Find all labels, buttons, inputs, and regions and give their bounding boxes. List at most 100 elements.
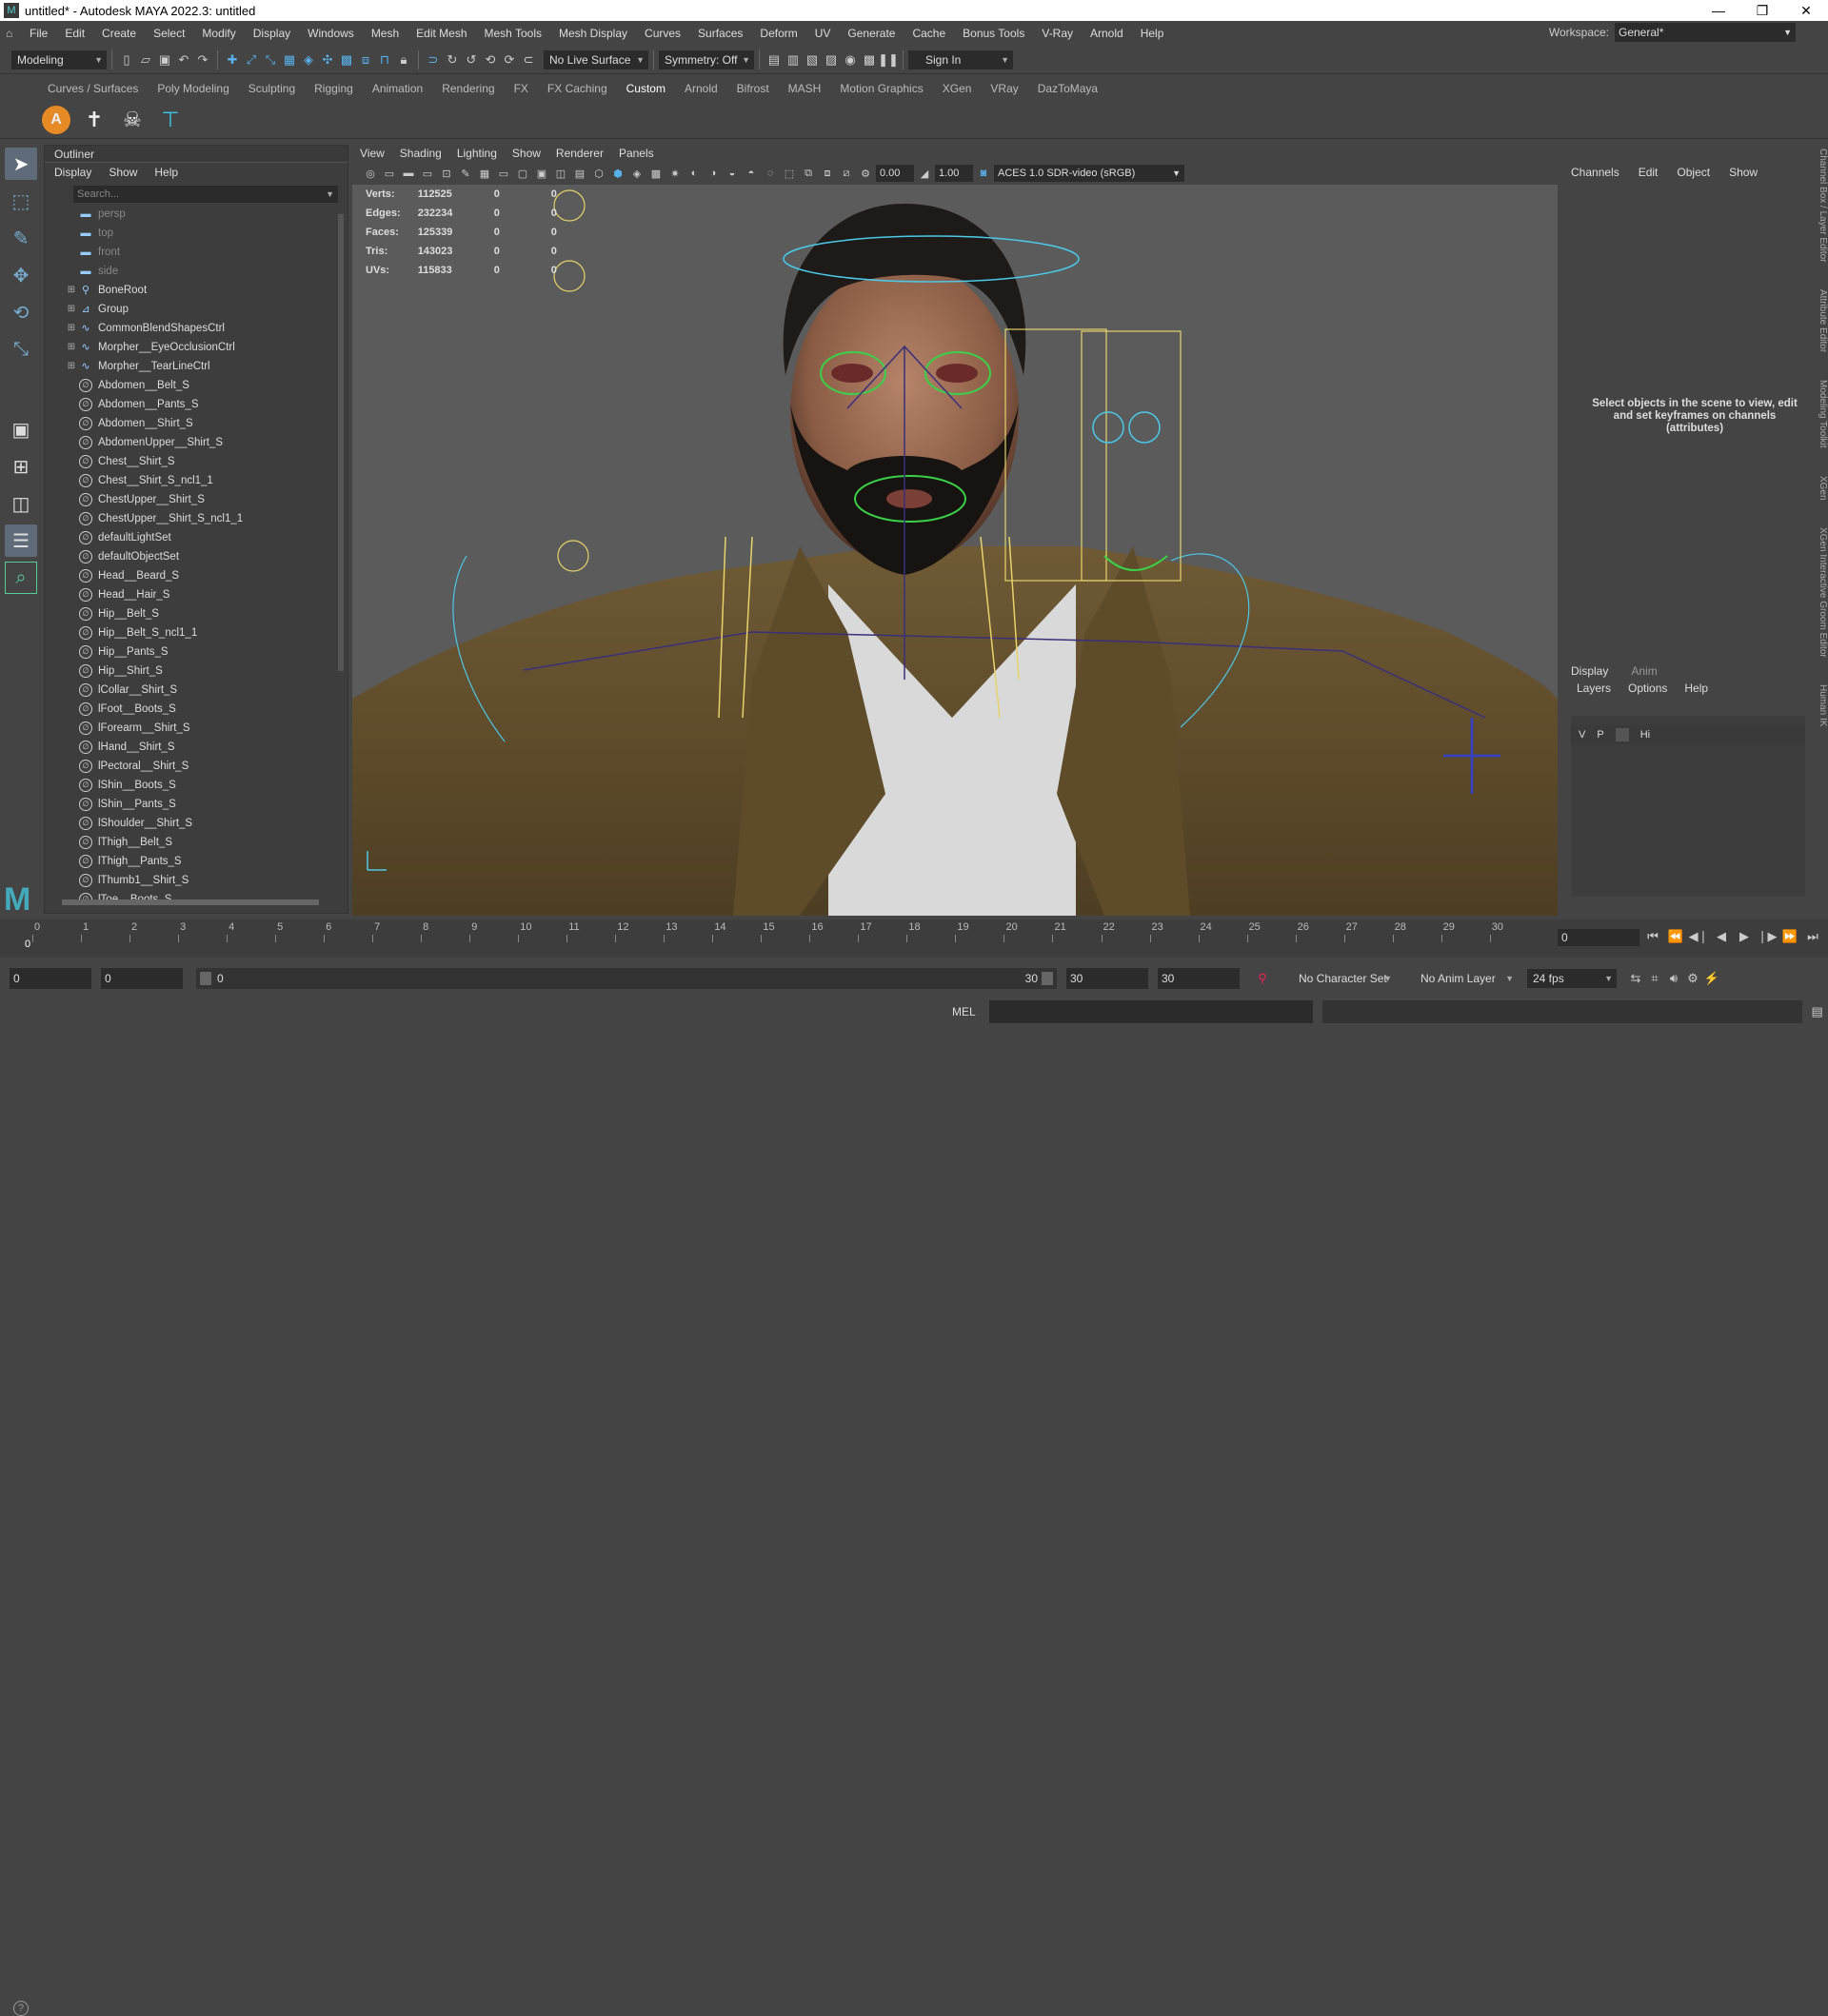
sound-icon[interactable]: 🔊︎ xyxy=(1664,969,1683,988)
outliner-search-input[interactable]: Search... xyxy=(73,186,338,203)
menu-set-dropdown[interactable]: Modeling xyxy=(11,49,107,69)
menu-uv[interactable]: UV xyxy=(806,27,840,40)
outliner-item[interactable]: ⊞ ∿ Morpher__TearLineCtrl xyxy=(45,357,334,376)
help-icon[interactable]: ? xyxy=(13,2001,29,2016)
outliner-item[interactable]: ∅ Hip__Pants_S xyxy=(45,642,334,662)
playblast-icon[interactable]: ▩ xyxy=(860,50,879,69)
xray-active-icon[interactable]: ⧄ xyxy=(838,164,855,183)
viewport-menu-renderer[interactable]: Renderer xyxy=(556,147,604,160)
outliner-item[interactable]: ▬ side xyxy=(45,262,334,281)
output-ops-icon[interactable]: ⟳ xyxy=(500,50,519,69)
bookmark-icon[interactable]: ▬ xyxy=(400,164,417,183)
anim-layer-dropdown[interactable]: No Anim Layer xyxy=(1403,969,1518,988)
outliner-item[interactable]: ∅ lPectoral__Shirt_S xyxy=(45,757,334,776)
outliner-horizontal-scrollbar[interactable] xyxy=(52,898,328,907)
hypershade-icon[interactable]: ◉ xyxy=(841,50,860,69)
outliner-item[interactable]: ∅ Chest__Shirt_S_ncl1_1 xyxy=(45,471,334,490)
fps-dropdown[interactable]: 24 fps xyxy=(1527,969,1617,988)
resolution-gate-icon[interactable]: ▢ xyxy=(514,164,531,183)
close-button[interactable]: ✕ xyxy=(1784,0,1828,21)
outliner-item[interactable]: ∅ Head__Hair_S xyxy=(45,585,334,604)
loop-icon[interactable]: ⇆ xyxy=(1626,969,1645,988)
outliner-item[interactable]: ∅ lThumb1__Shirt_S xyxy=(45,871,334,890)
new-scene-icon[interactable]: ▯ xyxy=(117,50,136,69)
shelf-tab-xgen[interactable]: XGen xyxy=(933,82,982,95)
outliner-item[interactable]: ∅ Chest__Shirt_S xyxy=(45,452,334,471)
xray-joints-icon[interactable]: ⧈ xyxy=(819,164,836,183)
undo-icon[interactable]: ↶ xyxy=(174,50,193,69)
layer-visibility-toggle[interactable]: V xyxy=(1579,729,1585,741)
outliner-item[interactable]: ∅ defaultObjectSet xyxy=(45,547,334,566)
step-back-key-icon[interactable]: ⏪ xyxy=(1666,927,1685,946)
character-set-dropdown[interactable]: No Character Set xyxy=(1282,969,1396,988)
outliner-item[interactable]: ∅ Hip__Belt_S_ncl1_1 xyxy=(45,623,334,642)
select-tool-icon[interactable]: ➤ xyxy=(5,148,37,180)
lock-icon[interactable]: 🔒︎ xyxy=(394,50,413,69)
outliner-item[interactable]: ▬ persp xyxy=(45,205,334,224)
shelf-tab-curves-surfaces[interactable]: Curves / Surfaces xyxy=(38,82,148,95)
expand-icon[interactable]: ⊞ xyxy=(64,338,79,357)
select-object-icon[interactable]: ⤢ xyxy=(242,50,261,69)
outliner-item[interactable]: ∅ lThigh__Pants_S xyxy=(45,852,334,871)
side-tab-human-ik[interactable]: Human IK xyxy=(1818,684,1828,726)
range-slider-start-handle[interactable] xyxy=(200,972,211,985)
menu-surfaces[interactable]: Surfaces xyxy=(689,27,751,40)
snap-surface-icon[interactable]: ⧈ xyxy=(356,50,375,69)
menu-help[interactable]: Help xyxy=(1132,27,1173,40)
color-management-icon[interactable]: ◙ xyxy=(975,164,992,183)
time-ticks[interactable]: 0 1 2 3 4 5 6 7 8 9 10 11 12 13 14 15 16 17 18 19 20 21 22 23 24… xyxy=(25,919,1516,958)
sign-in-dropdown[interactable]: Sign In xyxy=(908,49,1013,69)
menu-mesh[interactable]: Mesh xyxy=(363,27,407,40)
keyframe-icon[interactable]: ⌗ xyxy=(1645,969,1664,988)
gate-mask-icon[interactable]: ▣ xyxy=(533,164,550,183)
smooth-shade-icon[interactable]: ⬢ xyxy=(609,164,626,183)
outliner-item[interactable]: ∅ Abdomen__Pants_S xyxy=(45,395,334,414)
single-perspective-view-icon[interactable]: ▣ xyxy=(5,413,37,445)
shelf-tab-arnold[interactable]: Arnold xyxy=(675,82,727,95)
expand-icon[interactable]: ⊞ xyxy=(64,319,79,338)
menu-windows[interactable]: Windows xyxy=(299,27,363,40)
object-menu[interactable]: Object xyxy=(1677,166,1710,179)
layer-help-menu[interactable]: Help xyxy=(1684,682,1708,695)
grid-icon[interactable]: ▦ xyxy=(476,164,493,183)
two-view-icon[interactable]: ◫ xyxy=(5,487,37,520)
outliner-item[interactable]: ∅ lShoulder__Shirt_S xyxy=(45,814,334,833)
shelf-tab-animation[interactable]: Animation xyxy=(363,82,432,95)
safe-action-icon[interactable]: ▤ xyxy=(571,164,588,183)
menu-bonus-tools[interactable]: Bonus Tools xyxy=(954,27,1033,40)
shelf-tab-daztomaya[interactable]: DazToMaya xyxy=(1028,82,1107,95)
outliner-layout-icon[interactable]: ☰ xyxy=(5,524,37,557)
select-component-icon[interactable]: ⤡ xyxy=(261,50,280,69)
edit-menu[interactable]: Edit xyxy=(1639,166,1659,179)
outliner-item[interactable]: ▬ top xyxy=(45,224,334,243)
script-editor-icon[interactable]: ▤ xyxy=(1808,1002,1827,1021)
render-current-icon[interactable]: ▥ xyxy=(784,50,803,69)
step-forward-key-icon[interactable]: ⏩ xyxy=(1780,927,1799,946)
outliner-item[interactable]: ∅ lHand__Shirt_S xyxy=(45,738,334,757)
display-layer-row[interactable]: V P Hi xyxy=(1571,725,1805,744)
step-forward-frame-icon[interactable]: ❘▶ xyxy=(1758,927,1778,946)
outliner-item[interactable]: ⊞ ∿ CommonBlendShapesCtrl xyxy=(45,319,334,338)
tab-anim[interactable]: Anim xyxy=(1631,664,1657,678)
menu-generate[interactable]: Generate xyxy=(839,27,904,40)
home-icon[interactable]: ⌂ xyxy=(0,27,21,40)
camera-attr-icon[interactable]: ▭ xyxy=(381,164,398,183)
shelf-tab-mash[interactable]: MASH xyxy=(779,82,831,95)
snap-point-icon[interactable]: ✣ xyxy=(318,50,337,69)
motion-blur-icon[interactable]: ◒ xyxy=(724,164,741,183)
shelf-tab-bifrost[interactable]: Bifrost xyxy=(727,82,779,95)
expand-icon[interactable]: ⊞ xyxy=(64,300,79,319)
go-to-end-icon[interactable]: ⏭ xyxy=(1803,927,1822,946)
t-pose-shelf-icon[interactable]: ✝ xyxy=(80,106,109,134)
live-surface-dropdown[interactable]: No Live Surface xyxy=(544,49,648,69)
outliner-vertical-scrollbar[interactable] xyxy=(336,203,346,888)
side-tab-xgen[interactable]: XGen xyxy=(1818,476,1828,501)
skull-shelf-icon[interactable]: ☠ xyxy=(118,106,147,134)
menu-vray[interactable]: V-Ray xyxy=(1033,27,1082,40)
select-hierarchy-icon[interactable]: ✚ xyxy=(223,50,242,69)
snap-grid-icon[interactable]: ▦ xyxy=(280,50,299,69)
menu-mesh-tools[interactable]: Mesh Tools xyxy=(476,27,550,40)
layer-color-swatch[interactable] xyxy=(1615,728,1629,741)
construction-icon[interactable]: ↺ xyxy=(462,50,481,69)
outliner-item[interactable]: ∅ AbdomenUpper__Shirt_S xyxy=(45,433,334,452)
